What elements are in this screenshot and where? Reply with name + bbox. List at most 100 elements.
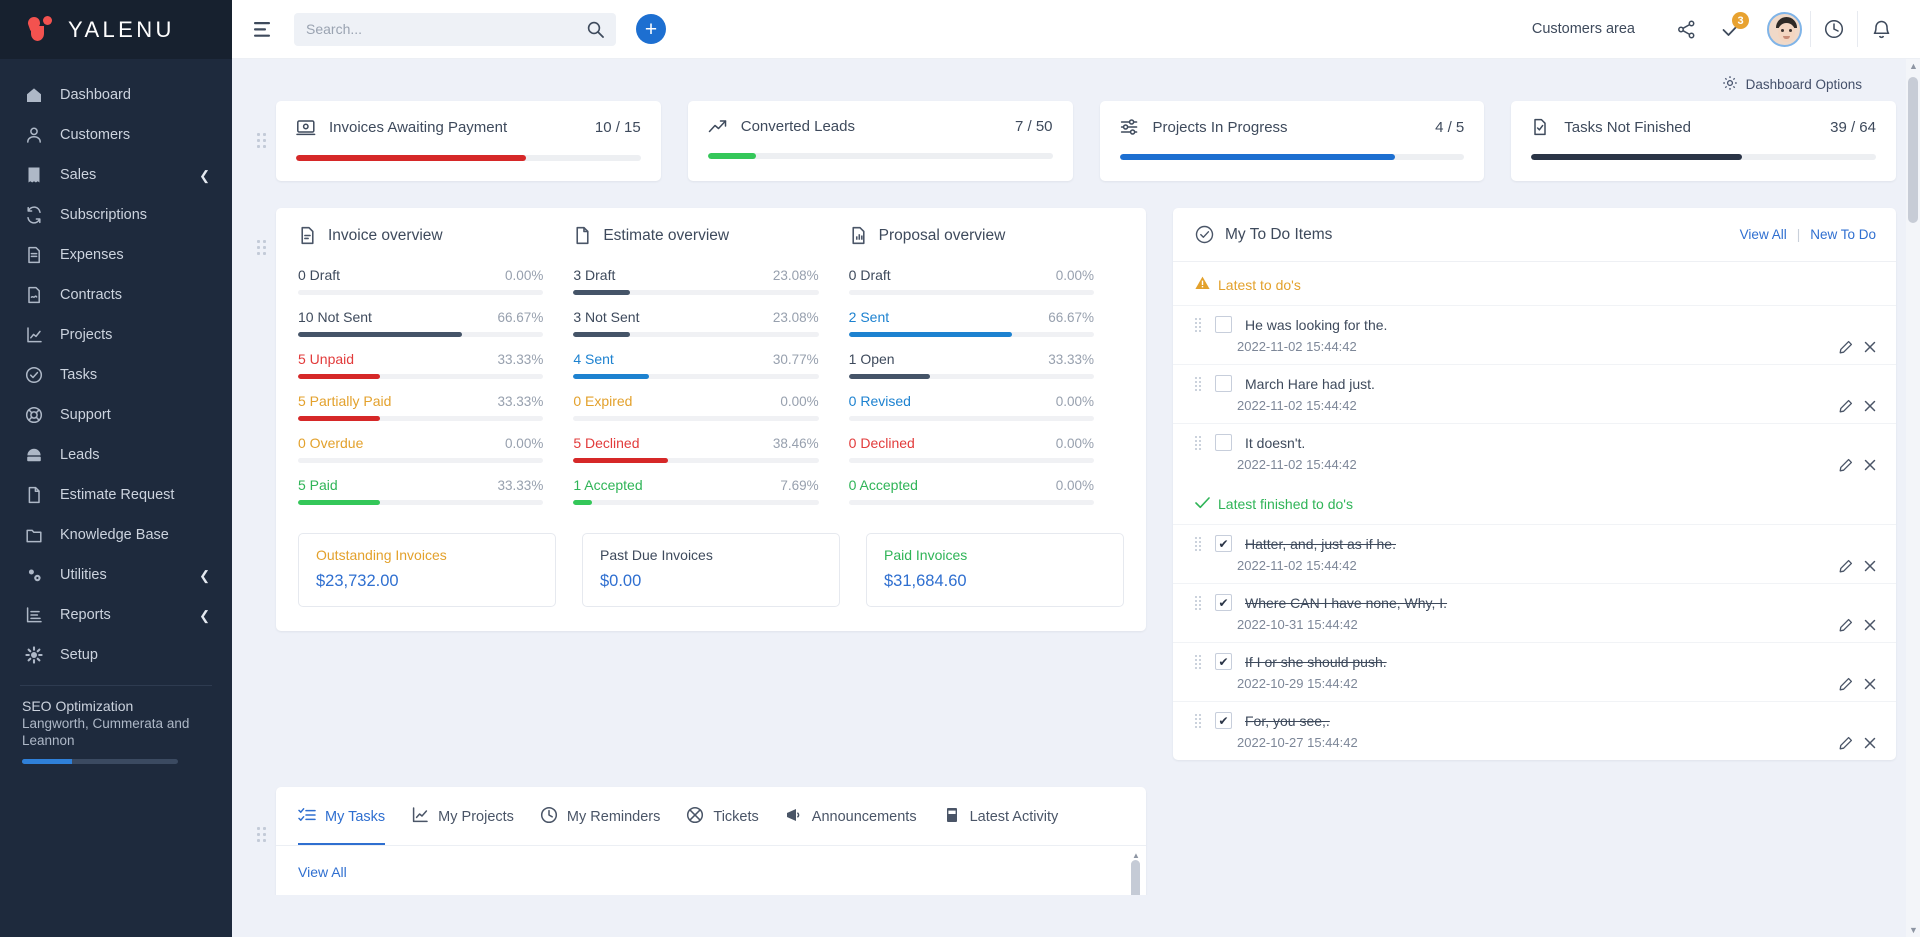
drag-handle-icon[interactable]	[1195, 317, 1203, 332]
brand-name: YALENU	[68, 16, 175, 42]
sidebar-project-card[interactable]: SEO Optimization Langworth, Cummerata an…	[0, 686, 232, 764]
todo-item[interactable]: ✔ Where CAN I have none, Why, I. 2022-10…	[1173, 583, 1896, 642]
invoice-summary-card[interactable]: Paid Invoices $31,684.60	[866, 533, 1124, 607]
search-input[interactable]	[306, 21, 587, 37]
clock-icon[interactable]	[1811, 10, 1857, 48]
scrollbar-thumb[interactable]	[1908, 77, 1918, 223]
close-icon[interactable]	[1864, 619, 1876, 631]
panel-drag-handle[interactable]	[257, 827, 267, 843]
sidebar-item-reports[interactable]: Reports ❮	[0, 595, 232, 635]
sidebar-item-projects[interactable]: Projects	[0, 315, 232, 355]
edit-icon[interactable]	[1839, 677, 1853, 691]
todo-item[interactable]: It doesn't. 2022-11-02 15:44:42	[1173, 423, 1896, 482]
todo-item[interactable]: ✔ For, you see,. 2022-10-27 15:44:42	[1173, 701, 1896, 760]
invoice-summary-card[interactable]: Past Due Invoices $0.00	[582, 533, 840, 607]
overview-row-percent: 0.00%	[780, 394, 819, 409]
sidebar-item-contracts[interactable]: Contracts	[0, 275, 232, 315]
overview-row-label: 0 Draft	[298, 267, 341, 283]
sidebar-item-label: Subscriptions	[60, 207, 148, 223]
todo-item[interactable]: He was looking for the. 2022-11-02 15:44…	[1173, 305, 1896, 364]
drag-handle-icon[interactable]	[1195, 536, 1203, 551]
overview-panel: Invoice overview 0 Draft 0.00% 10 Not Se…	[257, 208, 1146, 631]
edit-icon[interactable]	[1839, 399, 1853, 413]
sidebar-item-knowledge-base[interactable]: Knowledge Base	[0, 515, 232, 555]
close-icon[interactable]	[1864, 400, 1876, 412]
close-icon[interactable]	[1864, 737, 1876, 749]
drag-handle-icon[interactable]	[1195, 654, 1203, 669]
sidebar-item-estimate-request[interactable]: Estimate Request	[0, 475, 232, 515]
sidebar-item-sales[interactable]: Sales ❮	[0, 155, 232, 195]
todo-item[interactable]: ✔ Hatter, and, just as if he. 2022-11-02…	[1173, 524, 1896, 583]
sidebar-item-dashboard[interactable]: Dashboard	[0, 75, 232, 115]
scroll-up-arrow[interactable]: ▲	[1132, 851, 1140, 860]
dashboard-options-button[interactable]: Dashboard Options	[1718, 67, 1866, 101]
sidebar-item-expenses[interactable]: Expenses	[0, 235, 232, 275]
sidebar-item-leads[interactable]: Leads	[0, 435, 232, 475]
drag-handle-icon[interactable]	[1195, 435, 1203, 450]
invoice-summary-card[interactable]: Outstanding Invoices $23,732.00	[298, 533, 556, 607]
drag-handle-icon[interactable]	[1195, 376, 1203, 391]
todo-item[interactable]: ✔ If I or she should push. 2022-10-29 15…	[1173, 642, 1896, 701]
scroll-down-arrow[interactable]: ▼	[1909, 925, 1918, 935]
tab-tickets[interactable]: Tickets	[686, 787, 759, 845]
todo-checkbox[interactable]	[1215, 316, 1232, 333]
todo-view-all-link[interactable]: View All	[1740, 227, 1787, 242]
overview-row: 5 Unpaid 33.33%	[298, 351, 544, 379]
sidebar-item-subscriptions[interactable]: Subscriptions	[0, 195, 232, 235]
customers-area-link[interactable]: Customers area	[1532, 21, 1635, 37]
panel-drag-handle[interactable]	[257, 240, 267, 256]
close-icon[interactable]	[1864, 341, 1876, 353]
overview-row-bar	[573, 458, 819, 463]
sidebar-item-label: Knowledge Base	[60, 527, 169, 543]
add-new-button[interactable]: +	[636, 14, 666, 44]
sidebar-item-utilities[interactable]: Utilities ❮	[0, 555, 232, 595]
global-search[interactable]	[294, 12, 616, 46]
panel-drag-handle[interactable]	[257, 133, 267, 149]
close-icon[interactable]	[1864, 560, 1876, 572]
scroll-up-arrow[interactable]: ▲	[1909, 61, 1918, 71]
share-icon[interactable]	[1663, 10, 1709, 48]
menu-toggle-icon[interactable]	[250, 16, 276, 42]
todo-item[interactable]: March Hare had just. 2022-11-02 15:44:42	[1173, 364, 1896, 423]
kpi-card[interactable]: Invoices Awaiting Payment 10 / 15	[257, 101, 661, 181]
new-todo-link[interactable]: New To Do	[1810, 227, 1876, 242]
edit-icon[interactable]	[1839, 736, 1853, 750]
tab-my-reminders[interactable]: My Reminders	[540, 787, 660, 845]
close-icon[interactable]	[1864, 459, 1876, 471]
megaphone-icon	[785, 806, 803, 828]
kpi-card[interactable]: Tasks Not Finished 39 / 64	[1511, 101, 1896, 181]
todo-checkbox[interactable]	[1215, 375, 1232, 392]
tab-my-tasks[interactable]: My Tasks	[298, 787, 386, 845]
sidebar-item-tasks[interactable]: Tasks	[0, 355, 232, 395]
bell-icon[interactable]	[1858, 10, 1904, 48]
todo-checkbox[interactable]: ✔	[1215, 712, 1232, 729]
todo-checkbox[interactable]: ✔	[1215, 594, 1232, 611]
kpi-card[interactable]: Projects In Progress 4 / 5	[1099, 101, 1485, 181]
tasks-view-all-link[interactable]: View All	[298, 864, 347, 880]
avatar[interactable]	[1767, 11, 1802, 47]
tab-label: My Reminders	[566, 809, 661, 825]
search-icon[interactable]	[587, 21, 604, 38]
table-scrollbar[interactable]: ▲	[1131, 851, 1140, 895]
tasks-check-icon[interactable]: 3	[1709, 10, 1755, 48]
todo-checkbox[interactable]: ✔	[1215, 535, 1232, 552]
edit-icon[interactable]	[1839, 618, 1853, 632]
sidebar-item-support[interactable]: Support	[0, 395, 232, 435]
edit-icon[interactable]	[1839, 458, 1853, 472]
todo-checkbox[interactable]: ✔	[1215, 653, 1232, 670]
tab-latest-activity[interactable]: Latest Activity	[943, 787, 1058, 845]
edit-icon[interactable]	[1839, 559, 1853, 573]
close-icon[interactable]	[1864, 678, 1876, 690]
page-scrollbar[interactable]: ▲ ▼	[1906, 59, 1920, 937]
tab-announcements[interactable]: Announcements	[785, 787, 917, 845]
brand-logo-area[interactable]: YALENU	[0, 0, 232, 59]
sidebar-item-setup[interactable]: Setup	[0, 635, 232, 675]
drag-handle-icon[interactable]	[1195, 713, 1203, 728]
edit-icon[interactable]	[1839, 340, 1853, 354]
tab-my-projects[interactable]: My Projects	[411, 787, 514, 845]
overview-row-percent: 0.00%	[505, 436, 544, 451]
sidebar-item-customers[interactable]: Customers	[0, 115, 232, 155]
todo-checkbox[interactable]	[1215, 434, 1232, 451]
drag-handle-icon[interactable]	[1195, 595, 1203, 610]
kpi-card[interactable]: Converted Leads 7 / 50	[687, 101, 1073, 181]
